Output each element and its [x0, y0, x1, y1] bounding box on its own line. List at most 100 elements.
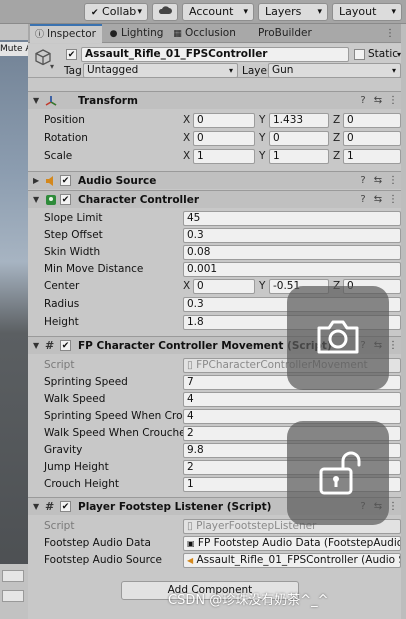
tab-label: ProBuilder	[258, 27, 312, 39]
position-z-field[interactable]: 0	[343, 113, 401, 128]
tab-occlusion[interactable]: ▦ Occlusion	[168, 24, 248, 43]
step-offset-label: Step Offset	[44, 229, 103, 241]
left-panel-field[interactable]	[2, 590, 24, 602]
script-label: Script	[44, 520, 75, 532]
cloud-icon	[158, 6, 172, 14]
scale-row: Scale X 1 Y 1 Z 1	[28, 148, 406, 165]
footstep-audio-data-field[interactable]: ▣ FP Footstep Audio Data (FootstepAudioD	[183, 536, 401, 551]
active-checkbox[interactable]: ✔	[66, 49, 77, 60]
skin-width-field[interactable]: 0.08	[183, 245, 401, 260]
unlock-icon	[319, 451, 361, 495]
script-icon: #	[45, 500, 55, 513]
footstep-audio-data-label: Footstep Audio Data	[44, 537, 151, 549]
chevron-right-icon[interactable]: ▶	[33, 172, 39, 190]
x-axis-label: X	[183, 114, 191, 126]
chevron-down-icon[interactable]: ▼	[33, 92, 39, 110]
layer-dropdown[interactable]: Gun ▾	[268, 63, 401, 78]
center-x-field[interactable]: 0	[193, 279, 255, 294]
audio-source-enabled-checkbox[interactable]: ✔	[60, 175, 71, 186]
mute-audio-toggle[interactable]: Mute Au	[0, 42, 28, 56]
skin-width-label: Skin Width	[44, 246, 101, 258]
object-header: ▾ ✔ Assault_Rifle_01_FPSController Stati…	[28, 44, 406, 78]
x-axis-label: X	[183, 280, 191, 292]
inspector-scrollbar[interactable]	[401, 24, 406, 619]
footstep-listener-enabled-checkbox[interactable]: ✔	[60, 501, 71, 512]
radius-label: Radius	[44, 298, 80, 310]
tab-inspector[interactable]: ⓘ Inspector	[30, 24, 102, 43]
layers-dropdown[interactable]: Layers ▾	[258, 3, 328, 21]
rotation-y-field[interactable]: 0	[269, 131, 329, 146]
account-label: Account	[189, 5, 234, 18]
footstep-audio-source-row: Footstep Audio Source ◀ Assault_Rifle_01…	[28, 552, 406, 569]
y-axis-label: Y	[259, 280, 266, 292]
more-options-icon[interactable]: ⋮	[387, 174, 399, 187]
footstep-audio-source-field[interactable]: ◀ Assault_Rifle_01_FPSController (Audio …	[183, 553, 401, 568]
scale-z-field[interactable]: 1	[343, 149, 401, 164]
account-dropdown[interactable]: Account ▾	[182, 3, 254, 21]
fp-controller-enabled-checkbox[interactable]: ✔	[60, 340, 71, 351]
min-move-distance-field[interactable]: 0.001	[183, 262, 401, 277]
slope-limit-field[interactable]: 45	[183, 211, 401, 226]
more-options-icon[interactable]: ⋮	[387, 193, 399, 206]
preset-icon[interactable]: ⇆	[372, 193, 384, 206]
more-options-icon[interactable]: ⋮	[384, 27, 396, 40]
scale-y-field[interactable]: 1	[269, 149, 329, 164]
skin-width-row: Skin Width 0.08	[28, 244, 406, 261]
walk-speed-field[interactable]: 4	[183, 392, 401, 407]
chevron-down-icon[interactable]: ▼	[33, 498, 39, 516]
tab-lighting[interactable]: ● Lighting	[104, 24, 166, 43]
more-options-icon[interactable]: ⋮	[387, 94, 399, 107]
help-icon[interactable]: ?	[357, 193, 369, 206]
watermark-text: CSDN @珍珠没有奶茶^_^	[168, 593, 329, 608]
position-row: Position X 0 Y 1.433 Z 0	[28, 112, 406, 129]
object-name-field[interactable]: Assault_Rifle_01_FPSController	[81, 47, 349, 62]
rotation-x-field[interactable]: 0	[193, 131, 255, 146]
layer-value: Gun	[272, 64, 294, 76]
collab-dropdown[interactable]: ✔ Collab ▾	[84, 3, 148, 21]
min-move-distance-row: Min Move Distance 0.001	[28, 261, 406, 278]
preset-icon[interactable]: ⇆	[372, 174, 384, 187]
static-label: Static	[368, 48, 399, 60]
x-axis-label: X	[183, 132, 191, 144]
transform-icon	[45, 96, 57, 106]
step-offset-field[interactable]: 0.3	[183, 228, 401, 243]
walk-speed-crouched-label: Walk Speed When Crouched	[44, 427, 193, 439]
static-checkbox[interactable]	[354, 49, 365, 60]
tab-probuilder[interactable]: ProBuilder	[254, 24, 324, 43]
cloud-button[interactable]	[152, 3, 178, 21]
tag-dropdown[interactable]: Untagged ▾	[83, 63, 238, 78]
scale-x-field[interactable]: 1	[193, 149, 255, 164]
check-icon: ✔	[91, 8, 99, 18]
scene-toolbar-edge	[0, 24, 28, 40]
character-controller-enabled-checkbox[interactable]: ✔	[60, 194, 71, 205]
x-axis-label: X	[183, 150, 191, 162]
rotation-z-field[interactable]: 0	[343, 131, 401, 146]
chevron-down-icon[interactable]: ▾	[50, 62, 54, 71]
character-controller-header[interactable]: ▼ ✔ Character Controller ? ⇆ ⋮	[28, 190, 406, 208]
audio-source-header[interactable]: ▶ ✔ Audio Source ? ⇆ ⋮	[28, 171, 406, 189]
chevron-down-icon[interactable]: ▼	[33, 191, 39, 209]
screenshot-button[interactable]	[287, 286, 389, 390]
help-icon[interactable]: ?	[357, 174, 369, 187]
component-title: Audio Source	[78, 175, 157, 187]
bulb-icon: ●	[109, 29, 118, 39]
tag-value: Untagged	[87, 64, 139, 76]
component-title: Transform	[78, 95, 138, 107]
position-x-field[interactable]: 0	[193, 113, 255, 128]
footstep-audio-data-row: Footstep Audio Data ▣ FP Footstep Audio …	[28, 535, 406, 552]
unlock-button[interactable]	[287, 421, 389, 525]
rotation-row: Rotation X 0 Y 0 Z 0	[28, 130, 406, 147]
camera-icon	[317, 320, 359, 354]
left-panel-field[interactable]	[2, 570, 24, 582]
sprinting-speed-crouched-label: Sprinting Speed When Crouc	[44, 410, 182, 422]
transform-header[interactable]: ▼ Transform ? ⇆ ⋮	[28, 91, 406, 109]
layout-dropdown[interactable]: Layout ▾	[332, 3, 402, 21]
help-icon[interactable]: ?	[357, 94, 369, 107]
script-file-icon: ▯	[187, 359, 193, 371]
rotation-label: Rotation	[44, 132, 88, 144]
chevron-down-icon[interactable]: ▼	[33, 337, 39, 355]
scene-view-edge[interactable]: Mute Au	[0, 24, 28, 619]
footstep-audio-source-label: Footstep Audio Source	[44, 554, 162, 566]
position-y-field[interactable]: 1.433	[269, 113, 329, 128]
preset-icon[interactable]: ⇆	[372, 94, 384, 107]
